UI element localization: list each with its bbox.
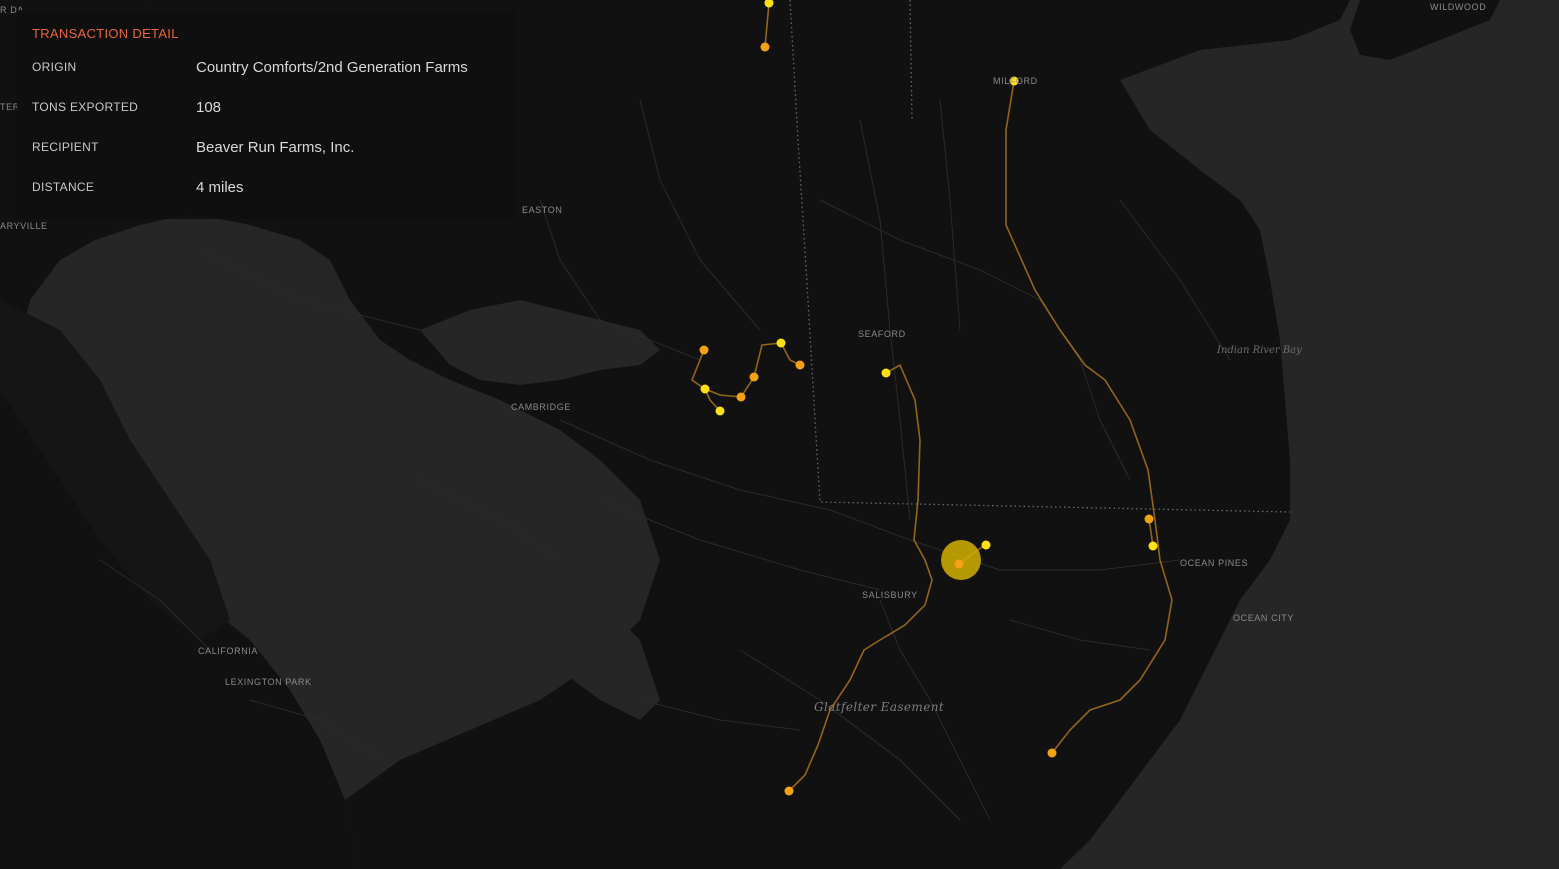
recipient-marker[interactable] — [776, 338, 786, 348]
origin-marker[interactable] — [784, 786, 794, 796]
map-view[interactable]: WILDWOOD MILFORD EASTON ARYVILLE SEAFORD… — [0, 0, 1559, 869]
detail-row-distance: DISTANCE 4 miles — [32, 167, 517, 207]
place-label-ocean-city: OCEAN CITY — [1233, 613, 1294, 623]
water-label-indian-river-bay: Indian River Bay — [1216, 345, 1302, 356]
place-label-california: CALIFORNIA — [198, 646, 258, 656]
recipient-marker[interactable] — [1148, 541, 1158, 551]
detail-value-tons-exported: 108 — [196, 98, 222, 116]
place-label-lexington-park: LEXINGTON PARK — [225, 677, 312, 687]
origin-marker[interactable] — [736, 392, 746, 402]
detail-row-tons-exported: TONS EXPORTED 108 — [32, 87, 517, 127]
detail-key: ORIGIN — [32, 60, 77, 74]
recipient-marker[interactable] — [981, 540, 991, 550]
origin-marker[interactable] — [1144, 514, 1154, 524]
place-label-easton: EASTON — [522, 205, 562, 215]
origin-marker[interactable] — [1047, 748, 1057, 758]
detail-value-origin: Country Comforts/2nd Generation Farms — [196, 58, 468, 76]
place-label-cambridge: CAMBRIDGE — [511, 402, 571, 412]
place-label-wildwood: WILDWOOD — [1430, 2, 1486, 12]
place-label-maryville: ARYVILLE — [0, 221, 48, 231]
selected-origin-marker[interactable] — [954, 559, 964, 569]
place-label-milford: MILFORD — [993, 76, 1038, 86]
recipient-marker[interactable] — [881, 368, 891, 378]
panel-title: TRANSACTION DETAIL — [32, 26, 179, 41]
detail-row-origin: ORIGIN Country Comforts/2nd Generation F… — [32, 47, 517, 87]
detail-value-distance: 4 miles — [196, 178, 244, 196]
recipient-marker[interactable] — [715, 406, 725, 416]
origin-marker[interactable] — [795, 360, 805, 370]
recipient-marker[interactable] — [700, 384, 710, 394]
place-label-seaford: SEAFORD — [858, 329, 906, 339]
place-label-ocean-pines: OCEAN PINES — [1180, 558, 1248, 568]
detail-key: DISTANCE — [32, 180, 95, 194]
detail-key: RECIPIENT — [32, 140, 99, 154]
origin-marker[interactable] — [749, 372, 759, 382]
transaction-detail-panel: TRANSACTION DETAIL ORIGIN Country Comfor… — [17, 10, 517, 219]
origin-marker[interactable] — [760, 42, 770, 52]
park-label-glatfelter-easement: Glatfelter Easement — [814, 700, 944, 714]
detail-value-recipient: Beaver Run Farms, Inc. — [196, 138, 355, 156]
detail-key: TONS EXPORTED — [32, 100, 139, 114]
detail-row-recipient: RECIPIENT Beaver Run Farms, Inc. — [32, 127, 517, 167]
origin-marker[interactable] — [699, 345, 709, 355]
place-label-salisbury: SALISBURY — [862, 590, 918, 600]
